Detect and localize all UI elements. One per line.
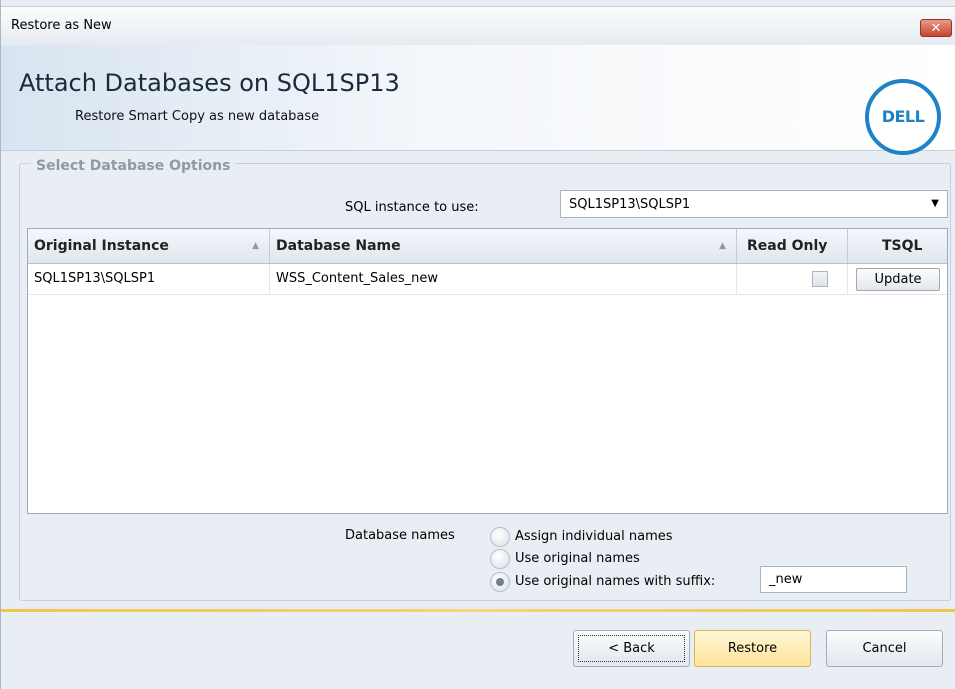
update-tsql-button[interactable]: Update bbox=[856, 268, 940, 291]
radio-label-suffix[interactable]: Use original names with suffix: bbox=[515, 574, 715, 589]
radio-use-original-names-with-suffix[interactable] bbox=[490, 572, 510, 592]
sql-instance-label: SQL instance to use: bbox=[345, 200, 479, 215]
title-bar[interactable]: Restore as New ✕ bbox=[1, 6, 955, 45]
grid-header: Original Instance ▲ Database Name ▲ Read… bbox=[28, 229, 947, 264]
column-header-original-instance[interactable]: Original Instance ▲ bbox=[28, 229, 270, 263]
close-button[interactable]: ✕ bbox=[920, 19, 952, 37]
window-title: Restore as New bbox=[11, 18, 112, 33]
read-only-checkbox[interactable] bbox=[812, 271, 828, 287]
radio-assign-individual-names[interactable] bbox=[490, 527, 510, 547]
column-label: Read Only bbox=[747, 238, 828, 254]
suffix-input[interactable] bbox=[760, 566, 907, 593]
group-legend: Select Database Options bbox=[31, 158, 236, 174]
cancel-button-label: Cancel bbox=[862, 641, 907, 656]
column-label: TSQL bbox=[882, 238, 923, 254]
table-row[interactable]: SQL1SP13\SQLSP1 WSS_Content_Sales_new Up… bbox=[28, 264, 947, 295]
page-title: Attach Databases on SQL1SP13 bbox=[19, 69, 400, 97]
column-header-read-only[interactable]: Read Only bbox=[737, 229, 848, 263]
dell-logo: DELL bbox=[865, 79, 941, 155]
chevron-down-icon: ▼ bbox=[931, 198, 939, 209]
radio-label-assign-individual[interactable]: Assign individual names bbox=[515, 529, 673, 544]
sql-instance-value: SQL1SP13\SQLSP1 bbox=[569, 197, 691, 212]
sort-up-icon: ▲ bbox=[252, 241, 259, 251]
close-icon: ✕ bbox=[930, 21, 942, 36]
column-header-tsql[interactable]: TSQL bbox=[848, 229, 947, 263]
column-label: Database Name bbox=[276, 238, 401, 254]
column-header-database-name[interactable]: Database Name ▲ bbox=[270, 229, 737, 263]
back-button[interactable]: < Back bbox=[573, 630, 690, 667]
radio-use-original-names[interactable] bbox=[490, 549, 510, 569]
focus-rectangle bbox=[578, 635, 685, 662]
cancel-button[interactable]: Cancel bbox=[826, 630, 943, 667]
database-names-label: Database names bbox=[345, 528, 455, 543]
column-label: Original Instance bbox=[34, 238, 169, 254]
footer-separator bbox=[1, 609, 955, 612]
sql-instance-dropdown[interactable]: SQL1SP13\SQLSP1 ▼ bbox=[560, 190, 948, 218]
cell-original-instance: SQL1SP13\SQLSP1 bbox=[28, 264, 270, 294]
radio-label-original-names[interactable]: Use original names bbox=[515, 551, 640, 566]
restore-button[interactable]: Restore bbox=[694, 630, 811, 667]
page-subtitle: Restore Smart Copy as new database bbox=[75, 109, 320, 124]
databases-grid: Original Instance ▲ Database Name ▲ Read… bbox=[27, 228, 948, 514]
restore-button-label: Restore bbox=[727, 641, 778, 656]
cell-read-only bbox=[737, 264, 848, 294]
cell-database-name[interactable]: WSS_Content_Sales_new bbox=[270, 264, 737, 294]
wizard-header: Attach Databases on SQL1SP13 Restore Sma… bbox=[1, 45, 955, 155]
sort-up-icon: ▲ bbox=[719, 241, 726, 251]
restore-dialog: Restore as New ✕ Attach Databases on SQL… bbox=[0, 0, 955, 689]
